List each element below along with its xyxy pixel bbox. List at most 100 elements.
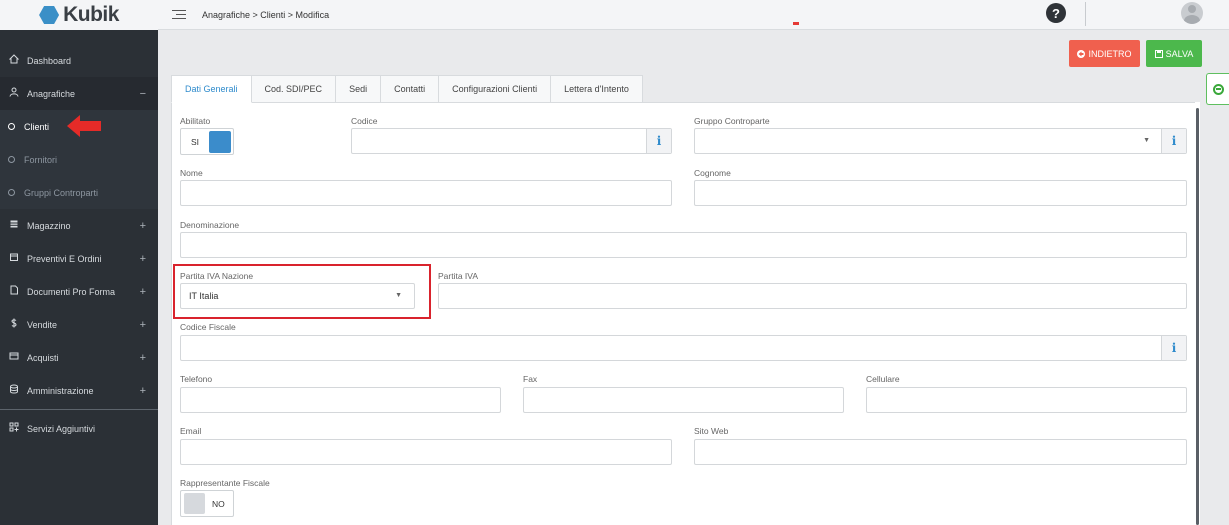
help-icon[interactable]: ? bbox=[1046, 3, 1066, 23]
sidebar-item-label: Amministrazione bbox=[27, 385, 94, 396]
tab-configurazioni-clienti[interactable]: Configurazioni Clienti bbox=[439, 75, 552, 103]
save-button[interactable]: SALVA bbox=[1146, 40, 1202, 67]
arrow-left-icon bbox=[1077, 49, 1086, 58]
sidebar-item-amministrazione[interactable]: Amministrazione + bbox=[0, 374, 158, 407]
warehouse-icon bbox=[8, 219, 20, 232]
expand-toggle[interactable]: + bbox=[140, 253, 146, 265]
tab-sedi[interactable]: Sedi bbox=[336, 75, 382, 103]
telefono-label: Telefono bbox=[180, 374, 213, 384]
logo[interactable]: Kubik bbox=[0, 0, 158, 30]
sidebar-item-vendite[interactable]: Vendite + bbox=[0, 308, 158, 341]
fax-label: Fax bbox=[523, 374, 538, 384]
sidebar-item-label: Vendite bbox=[27, 319, 58, 330]
chevron-down-icon: ▼ bbox=[1143, 137, 1150, 144]
sito-web-label: Sito Web bbox=[694, 426, 729, 436]
sidebar-item-label: Anagrafiche bbox=[27, 88, 76, 99]
codice-input[interactable]: i bbox=[351, 128, 672, 154]
avatar-icon[interactable] bbox=[1181, 2, 1203, 24]
email-label: Email bbox=[180, 426, 202, 436]
cellulare-label: Cellulare bbox=[866, 374, 900, 384]
gruppo-select[interactable]: ▼ i bbox=[694, 128, 1187, 154]
red-arrow-annotation-icon bbox=[67, 115, 101, 137]
fax-input[interactable] bbox=[523, 387, 844, 413]
expand-toggle[interactable]: + bbox=[140, 385, 146, 397]
sidebar-item-label: Dashboard bbox=[27, 55, 72, 66]
logo-hex-icon bbox=[39, 6, 60, 24]
scrollbar[interactable] bbox=[1195, 102, 1200, 525]
expand-toggle[interactable]: + bbox=[140, 220, 146, 232]
save-icon bbox=[1154, 49, 1163, 58]
denominazione-label: Denominazione bbox=[180, 220, 240, 230]
dollar-icon bbox=[8, 318, 20, 331]
rappresentante-value: NO bbox=[212, 498, 225, 509]
sidebar-item-documenti-pro-forma[interactable]: Documenti Pro Forma + bbox=[0, 275, 158, 308]
email-input[interactable] bbox=[180, 439, 672, 465]
abilitato-label: Abilitato bbox=[180, 116, 211, 126]
sidebar-subitem-label: Fornitori bbox=[24, 154, 58, 165]
sidebar-item-preventivi-e-ordini[interactable]: Preventivi E Ordini + bbox=[0, 242, 158, 275]
sidebar-item-acquisti[interactable]: Acquisti + bbox=[0, 341, 158, 374]
sidebar-item-label: Documenti Pro Forma bbox=[27, 286, 116, 297]
expand-toggle[interactable]: + bbox=[140, 286, 146, 298]
codice-fiscale-label: Codice Fiscale bbox=[180, 322, 236, 332]
circle-icon bbox=[8, 156, 15, 163]
rappresentante-toggle[interactable]: NO bbox=[180, 490, 234, 517]
circle-icon bbox=[8, 123, 15, 130]
sidebar-subitem-fornitori[interactable]: Fornitori bbox=[0, 143, 158, 176]
sidebar-subitem-label: Gruppi Controparti bbox=[24, 187, 99, 198]
menu-toggle-icon[interactable] bbox=[172, 9, 186, 20]
sito-web-input[interactable] bbox=[694, 439, 1187, 465]
expand-toggle[interactable]: + bbox=[140, 319, 146, 331]
info-icon[interactable]: i bbox=[646, 129, 671, 153]
tab-cod-sdi-pec[interactable]: Cod. SDI/PEC bbox=[251, 75, 337, 103]
sidebar: Kubik Dashboard Anagrafiche − Clienti Fo… bbox=[0, 0, 158, 525]
database-icon bbox=[8, 384, 20, 397]
info-icon[interactable]: i bbox=[1161, 129, 1186, 153]
nome-label: Nome bbox=[180, 168, 203, 178]
telefono-input[interactable] bbox=[180, 387, 501, 413]
abilitato-value: SI bbox=[191, 136, 200, 147]
denominazione-input[interactable] bbox=[180, 232, 1187, 258]
user-icon bbox=[8, 87, 20, 100]
circle-icon bbox=[8, 189, 15, 196]
highlight-annotation bbox=[173, 264, 431, 319]
nome-input[interactable] bbox=[180, 180, 672, 206]
card-icon bbox=[8, 351, 20, 364]
sidebar-subitem-gruppi-controparti[interactable]: Gruppi Controparti bbox=[0, 176, 158, 209]
sidebar-divider bbox=[0, 409, 158, 410]
sidebar-item-label: Magazzino bbox=[27, 220, 71, 231]
toggle-knob bbox=[209, 130, 231, 153]
codice-fiscale-input[interactable]: i bbox=[180, 335, 1187, 361]
piva-input[interactable] bbox=[438, 283, 1187, 309]
save-button-label: SALVA bbox=[1165, 48, 1194, 59]
sidebar-subitem-label: Clienti bbox=[24, 121, 50, 132]
sidebar-item-anagrafiche[interactable]: Anagrafiche − bbox=[0, 77, 158, 110]
abilitato-toggle[interactable]: SI bbox=[180, 128, 234, 155]
cellulare-input[interactable] bbox=[866, 387, 1187, 413]
collapse-toggle[interactable]: − bbox=[140, 88, 146, 100]
tab-dati-generali[interactable]: Dati Generali bbox=[171, 75, 252, 103]
settings-tab[interactable] bbox=[1206, 73, 1229, 105]
tab-contatti[interactable]: Contatti bbox=[381, 75, 440, 103]
codice-label: Codice bbox=[351, 116, 378, 126]
topbar-divider bbox=[1085, 2, 1086, 26]
sidebar-item-servizi-aggiuntivi[interactable]: Servizi Aggiuntivi bbox=[0, 412, 158, 445]
cognome-input[interactable] bbox=[694, 180, 1187, 206]
tab-lettera-intento[interactable]: Lettera d'Intento bbox=[551, 75, 643, 103]
sidebar-item-label: Acquisti bbox=[27, 352, 59, 363]
order-icon bbox=[8, 252, 20, 265]
info-icon[interactable]: i bbox=[1161, 336, 1186, 360]
tab-bar: Dati Generali Cod. SDI/PEC Sedi Contatti… bbox=[171, 75, 643, 103]
topbar: Anagrafiche > Clienti > Modifica ? bbox=[158, 0, 1229, 30]
sidebar-item-magazzino[interactable]: Magazzino + bbox=[0, 209, 158, 242]
rappresentante-label: Rappresentante Fiscale bbox=[180, 478, 270, 488]
expand-toggle[interactable]: + bbox=[140, 352, 146, 364]
settings-ring-icon bbox=[1212, 83, 1224, 95]
logo-text: Kubik bbox=[63, 3, 119, 26]
sidebar-item-dashboard[interactable]: Dashboard bbox=[0, 44, 158, 77]
back-button[interactable]: INDIETRO bbox=[1069, 40, 1140, 67]
breadcrumb: Anagrafiche > Clienti > Modifica bbox=[202, 9, 330, 20]
back-button-label: INDIETRO bbox=[1088, 48, 1132, 59]
piva-label: Partita IVA bbox=[438, 271, 478, 281]
toggle-knob bbox=[184, 493, 205, 514]
